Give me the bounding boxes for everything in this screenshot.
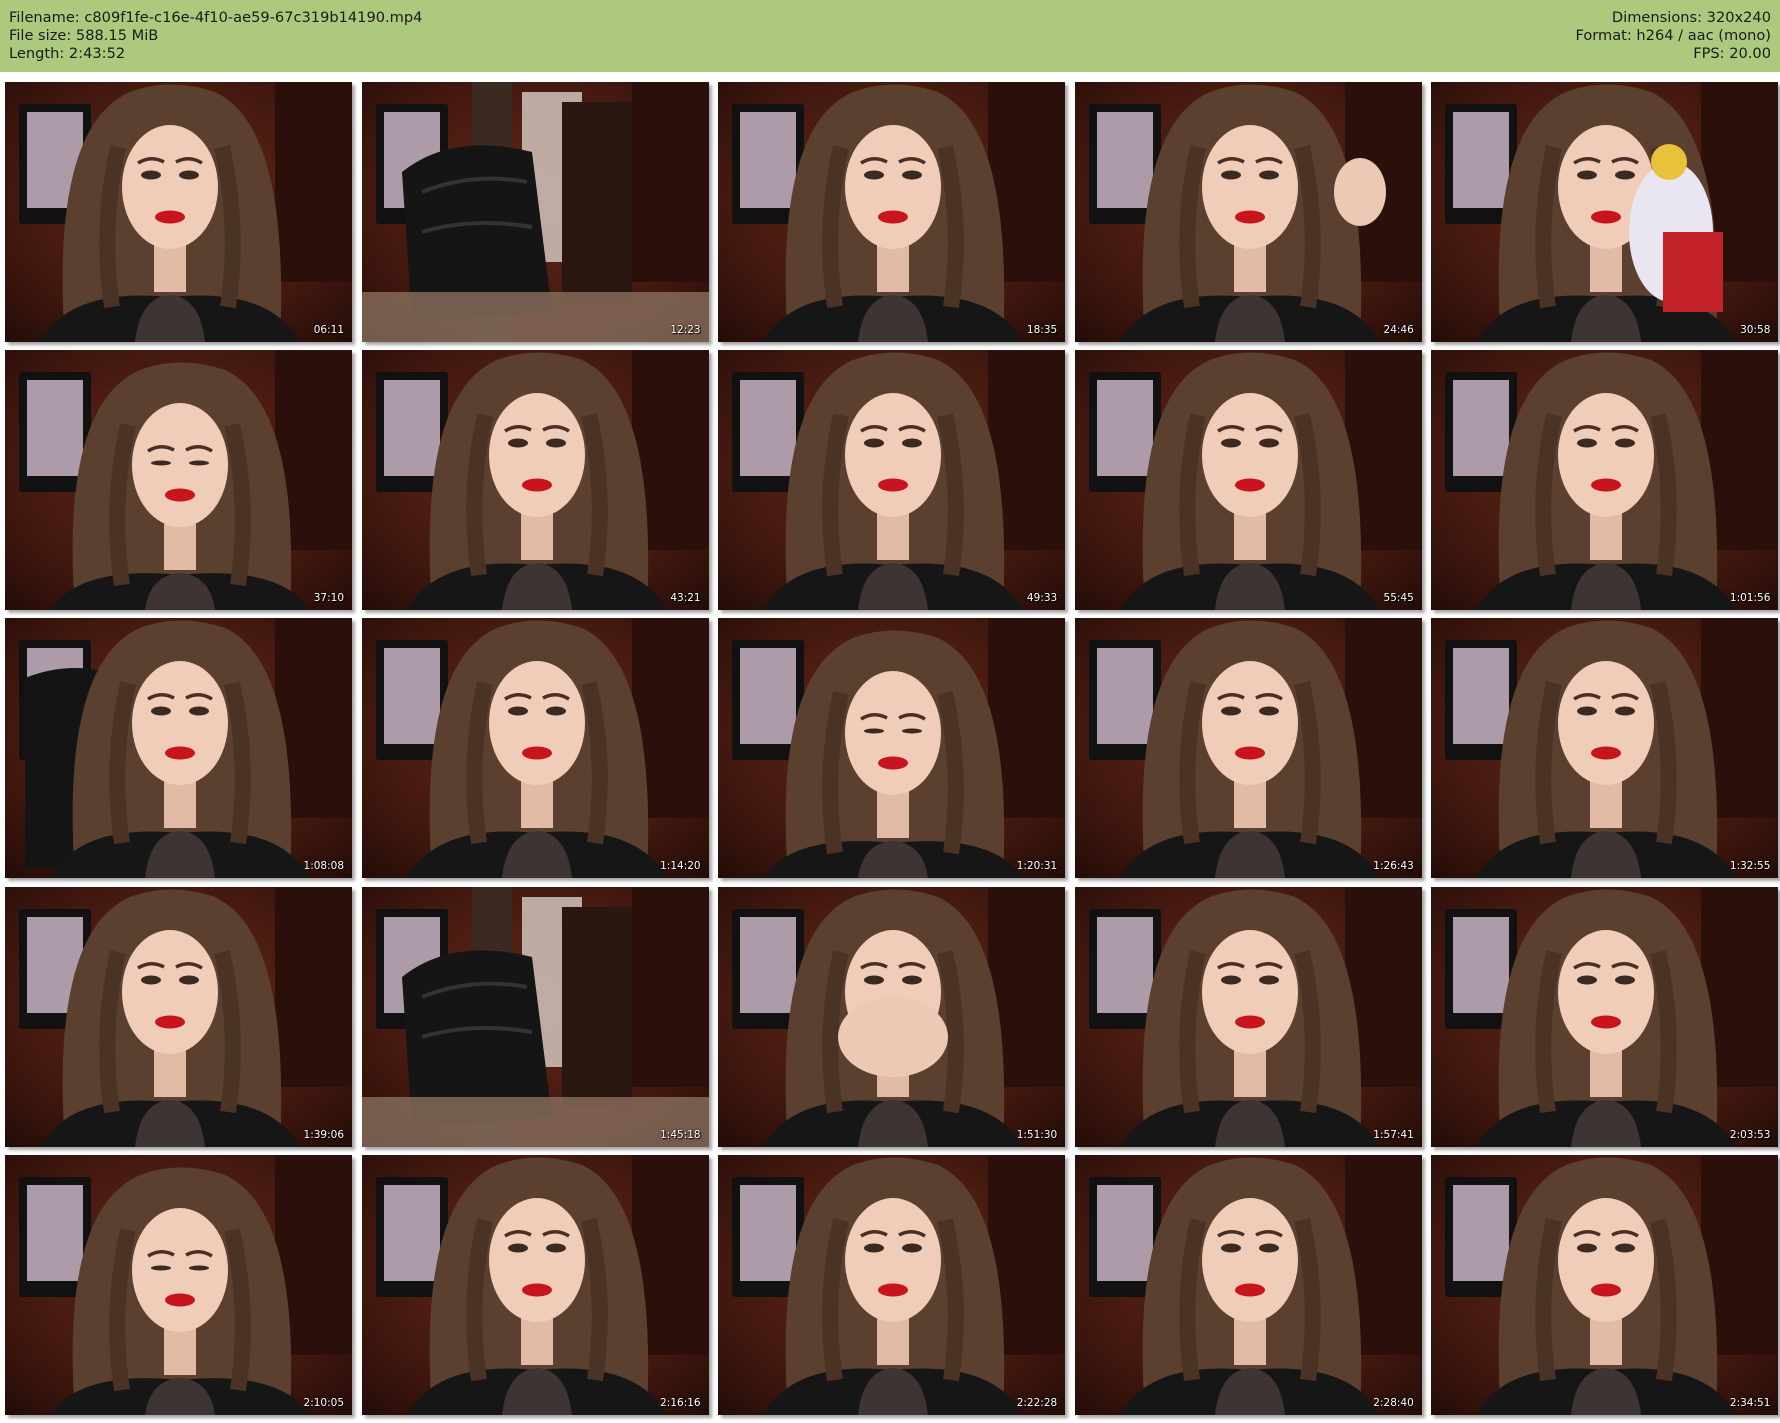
format-text: Format: h264 / aac (mono) <box>1575 27 1771 44</box>
frame-timestamp: 43:21 <box>670 592 701 605</box>
frame-timestamp: 37:10 <box>313 592 344 605</box>
frame-image <box>5 350 352 611</box>
thumbnail-frame: 1:20:31 <box>718 618 1066 879</box>
frame-image <box>718 82 1066 342</box>
frame-image <box>361 1154 709 1415</box>
frame-image <box>718 618 1066 879</box>
frame-timestamp: 1:14:20 <box>660 860 701 873</box>
frame-image <box>361 350 709 611</box>
frame-image <box>1431 886 1779 1147</box>
frame-image <box>361 886 709 1147</box>
frame-timestamp: 24:46 <box>1383 324 1414 336</box>
length-text: Length: 2:43:52 <box>9 45 126 62</box>
thumbnail-frame: 43:21 <box>361 350 709 611</box>
thumbnail-frame: 30:58 <box>1431 82 1779 342</box>
frame-timestamp: 1:20:31 <box>1016 860 1058 873</box>
thumbnail-frame: 2:10:05 <box>5 1154 352 1415</box>
thumbnail-frame: 1:08:08 <box>5 618 352 879</box>
frame-timestamp: 2:16:16 <box>660 1396 701 1409</box>
thumbnail-frame: 12:23 <box>361 82 709 342</box>
frame-timestamp: 06:11 <box>313 324 344 336</box>
file-size-text: File size: 588.15 MiB <box>9 27 159 44</box>
frame-image <box>5 82 352 342</box>
frame-timestamp: 1:01:56 <box>1729 592 1771 605</box>
frame-timestamp: 1:45:18 <box>660 1128 701 1141</box>
frame-image <box>718 1154 1066 1415</box>
frame-image <box>718 886 1066 1147</box>
frame-timestamp: 2:03:53 <box>1729 1128 1771 1141</box>
meta-right: Dimensions: 320x240 Format: h264 / aac (… <box>1575 9 1771 63</box>
frame-timestamp: 30:58 <box>1740 324 1771 336</box>
frame-image <box>1074 886 1422 1147</box>
thumbnail-frame: 1:51:30 <box>718 886 1066 1147</box>
frame-timestamp: 1:08:08 <box>303 860 344 873</box>
thumbnail-frame: 1:39:06 <box>5 886 352 1147</box>
thumbnail-frame: 18:35 <box>718 82 1066 342</box>
frame-timestamp: 1:57:41 <box>1373 1128 1414 1141</box>
thumbnail-frame: 1:14:20 <box>361 618 709 879</box>
thumbnail-frame: 1:32:55 <box>1431 618 1779 879</box>
thumbnail-frame: 2:03:53 <box>1431 886 1779 1147</box>
thumbnail-frame: 1:57:41 <box>1074 886 1422 1147</box>
frame-timestamp: 18:35 <box>1026 324 1058 336</box>
frame-timestamp: 1:26:43 <box>1373 860 1414 873</box>
thumbnail-frame: 1:45:18 <box>361 886 709 1147</box>
frame-image <box>1431 82 1779 342</box>
frame-image <box>1074 1154 1422 1415</box>
dimensions-text: Dimensions: 320x240 <box>1611 9 1771 26</box>
frame-timestamp: 2:28:40 <box>1373 1396 1414 1409</box>
thumbnail-frame: 2:28:40 <box>1074 1154 1422 1415</box>
thumbnail-grid: 06:11 12:23 18:35 24:46 30:58 37:10 43:21 49:33… <box>5 82 1779 1415</box>
frame-image <box>1431 618 1779 879</box>
thumbnail-frame: 06:11 <box>5 82 352 342</box>
thumbnail-frame: 1:01:56 <box>1431 350 1779 611</box>
frame-timestamp: 49:33 <box>1026 592 1058 605</box>
frame-image <box>1074 618 1422 879</box>
thumbnail-frame: 2:16:16 <box>361 1154 709 1415</box>
thumbnail-frame: 2:22:28 <box>718 1154 1066 1415</box>
frame-image <box>361 82 709 342</box>
frame-image <box>1074 82 1422 342</box>
frame-image <box>5 618 352 879</box>
frame-image <box>718 350 1066 611</box>
frame-image <box>1431 1154 1779 1415</box>
frame-timestamp: 2:34:51 <box>1729 1396 1771 1409</box>
frame-timestamp: 1:32:55 <box>1729 860 1771 873</box>
thumbnail-frame: 1:26:43 <box>1074 618 1422 879</box>
thumbnail-frame: 49:33 <box>718 350 1066 611</box>
frame-timestamp: 2:22:28 <box>1016 1396 1058 1409</box>
frame-timestamp: 1:51:30 <box>1016 1128 1058 1141</box>
frame-image <box>1431 350 1779 611</box>
filename-text: Filename: c809f1fe-c16e-4f10-ae59-67c319… <box>9 9 423 26</box>
meta-left: Filename: c809f1fe-c16e-4f10-ae59-67c319… <box>9 9 422 63</box>
frame-image <box>5 1154 352 1415</box>
frame-image <box>5 886 352 1147</box>
frame-timestamp: 1:39:06 <box>303 1128 344 1141</box>
thumbnail-frame: 24:46 <box>1074 82 1422 342</box>
thumbnail-frame: 55:45 <box>1074 350 1422 611</box>
frame-image <box>1074 350 1422 611</box>
fps-text: FPS: 20.00 <box>1693 45 1771 62</box>
info-header: Filename: c809f1fe-c16e-4f10-ae59-67c319… <box>0 0 1780 72</box>
frame-timestamp: 55:45 <box>1383 592 1414 605</box>
frame-timestamp: 2:10:05 <box>303 1396 344 1409</box>
frame-image <box>361 618 709 879</box>
thumbnail-frame: 37:10 <box>5 350 352 611</box>
thumbnail-frame: 2:34:51 <box>1431 1154 1779 1415</box>
frame-timestamp: 12:23 <box>670 324 701 336</box>
